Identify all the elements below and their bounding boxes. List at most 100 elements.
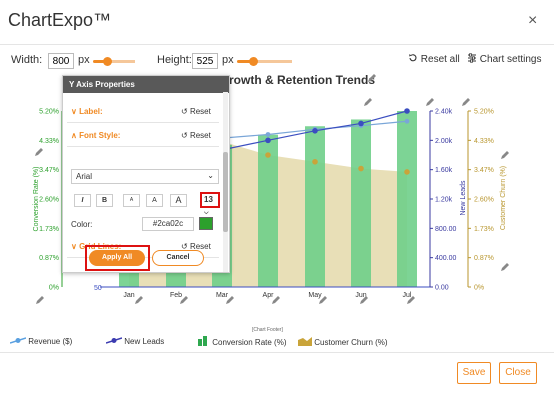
width-input[interactable] — [48, 53, 74, 69]
right-axis-tick-label: 5.20% — [474, 109, 494, 116]
label-section-toggle[interactable]: ∨ Label: — [71, 107, 103, 116]
panel-title: Y Axis Properties — [63, 76, 229, 93]
font-style-reset-button[interactable]: ↺ Reset — [181, 131, 211, 140]
line-dot-icon — [105, 337, 123, 344]
left-axis-tick-label: 5.20% — [39, 109, 59, 116]
reset-all-button[interactable]: Reset all — [408, 53, 460, 65]
x-axis-tick-label: Mar — [216, 292, 229, 299]
y-axis-properties-panel: Y Axis Properties ∨ Label: ↺ Reset ∧ Fon… — [62, 75, 230, 273]
legend-label: Customer Churn (%) — [314, 338, 388, 347]
x-axis-tick-label: Jul — [403, 292, 412, 299]
chart-settings-button[interactable]: Chart settings — [467, 53, 541, 65]
font-size-medium-button[interactable]: A — [146, 194, 163, 207]
chart-footer-note[interactable]: [Chart Footer] — [252, 327, 283, 333]
legend-label: Conversion Rate (%) — [212, 338, 287, 347]
line-dot-icon — [9, 337, 27, 344]
right-axis-tick-label: 1.73% — [474, 226, 494, 233]
churn-point — [358, 165, 364, 172]
legend-item-conversion-rate[interactable]: Conversion Rate (%) — [198, 336, 286, 347]
legend-item-new-leads[interactable]: New Leads — [105, 336, 165, 346]
color-label: Color: — [71, 220, 93, 229]
divider — [67, 146, 219, 147]
right-axis-tick-label: 2.60% — [474, 197, 494, 204]
edit-icon — [501, 263, 509, 271]
apply-all-button[interactable]: Apply All — [89, 250, 145, 266]
right-inner-axis-tick-label: 0.00 — [435, 285, 449, 292]
color-swatch[interactable] — [199, 217, 213, 230]
right-inner-axis-tick-label: 2.00k — [435, 138, 453, 145]
bar-swatch-icon — [198, 336, 207, 346]
right-inner-axis-tick-label: 1.20k — [435, 197, 453, 204]
right-inner-axis-tick-label: 2.40k — [435, 109, 453, 116]
reset-icon — [409, 54, 417, 62]
left-axis-tick-label: 0% — [49, 285, 59, 292]
edit-icon — [426, 98, 434, 106]
close-button[interactable]: Close — [499, 362, 537, 384]
right-axis-tick-label: 0.87% — [474, 255, 494, 262]
chevron-down-icon: ⌄ — [207, 171, 214, 180]
edit-icon — [135, 296, 143, 304]
font-family-select[interactable]: Arial ⌄ — [71, 169, 219, 184]
chart-title[interactable]: rowth & Retention Trends — [229, 73, 375, 87]
partial-tick-label: 50 — [94, 285, 102, 292]
label-reset-button[interactable]: ↺ Reset — [181, 107, 211, 116]
right-inner-axis-tick-label: 800.00 — [435, 226, 457, 233]
legend-label: Revenue ($) — [28, 337, 73, 346]
left-axis-tick-label: 0.87% — [39, 255, 59, 262]
edit-icon — [501, 151, 509, 159]
width-unit: px — [78, 54, 90, 66]
font-size-small-button[interactable]: A — [123, 194, 140, 207]
app-title: ChartExpo™ — [8, 10, 112, 30]
left-axis-tick-label: 4.33% — [39, 138, 59, 145]
sliders-icon — [468, 53, 476, 63]
font-size-select[interactable]: 13 ⌵ — [200, 192, 220, 216]
new-leads-point — [404, 108, 410, 114]
chart-settings-label: Chart settings — [479, 54, 542, 65]
reset-icon: ↺ — [181, 131, 188, 140]
edit-icon — [364, 98, 372, 106]
label-section-title: Label: — [79, 107, 103, 116]
conversion-bar — [351, 119, 371, 287]
legend-item-customer-churn[interactable]: Customer Churn (%) — [298, 336, 388, 347]
italic-button[interactable]: I — [74, 194, 91, 207]
cancel-button[interactable]: Cancel — [152, 250, 204, 266]
bold-button[interactable]: B — [96, 194, 113, 207]
right-axis-tick-label: 0% — [474, 285, 484, 292]
new-leads-point — [358, 120, 364, 127]
height-slider[interactable] — [237, 60, 292, 63]
height-slider-knob[interactable] — [249, 57, 258, 66]
legend-label: New Leads — [124, 337, 165, 346]
font-style-section-toggle[interactable]: ∧ Font Style: — [71, 131, 120, 140]
height-input[interactable] — [192, 53, 218, 69]
width-slider-knob[interactable] — [103, 57, 113, 66]
conversion-bar — [397, 111, 417, 287]
panel-scrollbar-thumb[interactable] — [223, 152, 228, 232]
save-button[interactable]: Save — [457, 362, 491, 384]
edit-title-icon[interactable] — [366, 73, 377, 84]
height-label: Height: — [157, 54, 192, 66]
font-style-section-title: Font Style: — [79, 131, 121, 140]
revenue-point — [404, 118, 410, 124]
height-unit: px — [222, 54, 234, 66]
toolbar-divider — [0, 44, 554, 45]
left-axis-tick-label: 2.60% — [39, 197, 59, 204]
x-axis-tick-label: Apr — [263, 292, 275, 299]
legend-item-revenue[interactable]: Revenue ($) — [9, 336, 73, 346]
font-style-reset-label: Reset — [189, 131, 211, 140]
color-hex-input[interactable]: #2ca02c — [142, 217, 194, 231]
chevron-down-icon: ∨ — [71, 242, 77, 251]
font-size-large-button[interactable]: A — [170, 194, 187, 207]
x-axis-tick-label: Jan — [123, 292, 134, 299]
revenue-point — [265, 132, 271, 137]
close-icon[interactable]: × — [528, 12, 537, 30]
right-inner-axis-title: New Leads — [460, 180, 467, 216]
width-slider[interactable] — [93, 60, 135, 63]
new-leads-point — [265, 137, 271, 144]
conversion-bar — [305, 126, 325, 287]
divider — [67, 122, 219, 123]
churn-point — [404, 169, 410, 175]
right-axis-title: Customer Churn (%) — [500, 166, 507, 230]
font-family-value: Arial — [76, 172, 93, 181]
x-axis-tick-label: May — [308, 292, 322, 299]
label-reset-label: Reset — [189, 107, 211, 116]
